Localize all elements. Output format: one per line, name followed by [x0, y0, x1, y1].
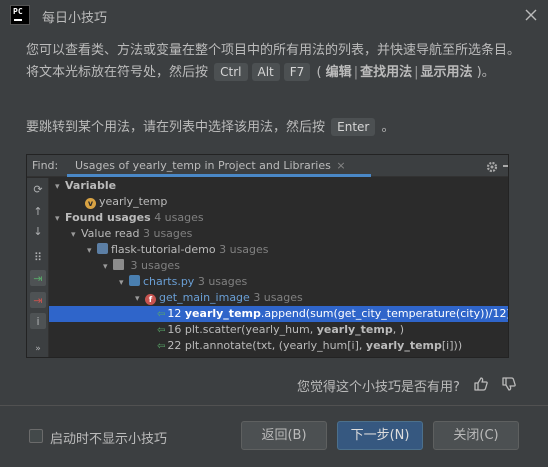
function-count: 3 usages [253, 291, 303, 304]
tip-screenshot: Find: Usages of yearly_temp in Project a… [26, 154, 509, 358]
key-alt: Alt [251, 63, 280, 81]
function-icon: f [145, 294, 156, 305]
read-access-icon: ⇦ [157, 309, 166, 320]
tree-row-file: ▾ charts.py 3 usages [119, 275, 248, 288]
usage-symbol: yearly_temp [365, 339, 442, 352]
key-ctrl: Ctrl [214, 63, 248, 81]
project-name: flask-tutorial-demo [111, 243, 216, 256]
helpful-question: 您觉得这个小技巧是否有用? [297, 380, 460, 395]
more-icon: » [35, 344, 41, 354]
group-icon: ⠿ [33, 250, 43, 264]
arrow-up-icon: ↑ [33, 204, 43, 218]
python-file-icon [129, 275, 140, 286]
key-enter: Enter [331, 118, 376, 136]
tree-row-function: ▾ f get_main_image 3 usages [135, 291, 303, 305]
close-button[interactable]: 关闭(C) [433, 421, 519, 450]
found-count: 4 usages [154, 211, 204, 224]
usages-tab-label: Usages of yearly_temp in Project and Lib… [75, 159, 331, 172]
find-label: Find: [32, 159, 59, 172]
tree-row-usage-2: ⇦ 16 plt.scatter(yearly_hum, yearly_temp,… [49, 322, 508, 338]
variable-icon: v [85, 198, 96, 209]
tree-row-found-usages: ▾ Found usages 4 usages [55, 211, 204, 224]
usage-symbol: yearly_temp [316, 323, 393, 336]
tree-row-value-read: ▾ Value read 3 usages [71, 227, 193, 240]
function-name: get_main_image [159, 291, 250, 304]
file-count: 3 usages [197, 275, 248, 288]
next-button[interactable]: 下一步(N) [337, 421, 423, 450]
find-bar: Find: Usages of yearly_temp in Project a… [27, 155, 508, 177]
info-icon: i [30, 313, 46, 329]
usage-code: plt.annotate(txt, (yearly_hum[i], [184, 339, 366, 352]
tree-row-variable-header: ▾ Variable [55, 179, 117, 192]
tip-paragraph-1: 您可以查看类、方法或变量在整个项目中的所有用法的列表，并快速导航至所选条目。将文… [26, 43, 521, 81]
tab-close-icon: × [336, 159, 346, 172]
menu-path-show-usages: 显示用法 [420, 65, 473, 80]
read-access-icon: ⇦ [157, 325, 166, 336]
folder-count: 3 usages [130, 259, 180, 272]
variable-name: yearly_temp [99, 195, 168, 208]
menu-path-find-usages: 查找用法 [360, 65, 413, 80]
value-read-count: 3 usages [142, 227, 193, 240]
read-access-icon: ⇦ [157, 341, 166, 352]
show-write-icon: ⇥ [30, 292, 46, 308]
find-toolstrip: ⟳ ↑ ↓ ⠿ ⇥ ⇥ i » [27, 178, 49, 357]
minimize-icon [503, 165, 508, 167]
found-usages: Found usages [65, 211, 151, 224]
tree-row-folder: ▾ 3 usages [103, 259, 180, 272]
project-count: 3 usages [219, 243, 269, 256]
key-f7: F7 [283, 63, 311, 81]
usage-code: , ) [392, 323, 405, 336]
project-icon [97, 243, 108, 254]
rerun-icon: ⟳ [33, 182, 43, 196]
usage-code: [i])) [441, 339, 463, 352]
folder-icon [113, 259, 124, 270]
line-number: 16 [167, 323, 182, 336]
paren-open: ( [316, 65, 322, 80]
pycharm-logo-icon: PC [10, 5, 30, 25]
line-number: 22 [167, 339, 182, 352]
tip-text-2: 要跳转到某个用法，请在列表中选择该用法，然后按 [26, 120, 326, 135]
window-title: 每日小技巧 [42, 11, 108, 26]
back-button[interactable]: 返回(B) [241, 421, 327, 450]
usages-tab: Usages of yearly_temp in Project and Lib… [67, 155, 371, 177]
tree-row-usage-1: ⇦ 12 yearly_temp.append(sum(get_city_temp… [49, 306, 509, 322]
thumb-up-icon[interactable] [473, 376, 489, 392]
file-name: charts.py [143, 275, 195, 288]
usage-code: plt.scatter(yearly_hum, [184, 323, 317, 336]
title-bar: PC 每日小技巧 [0, 0, 548, 30]
line-number: 12 [167, 307, 182, 320]
usages-tree: ▾ Variable v yearly_temp ▾ Found usages 4 u… [49, 178, 509, 357]
dont-show-checkbox[interactable] [29, 429, 43, 443]
thumb-down-icon[interactable] [501, 376, 517, 392]
menu-path-edit: 编辑 [325, 65, 352, 80]
usage-code: .append(sum(get_city_temperature(city))/… [260, 307, 509, 320]
gear-icon [485, 159, 499, 173]
dont-show-label[interactable]: 启动时不显示小技巧 [50, 428, 167, 447]
logo-text: PC [13, 7, 23, 16]
paren-close: )。 [476, 65, 495, 80]
tip-paragraph-2: 要跳转到某个用法，请在列表中选择该用法，然后按 Enter 。 [26, 117, 526, 139]
variable-header: Variable [65, 179, 117, 192]
arrow-down-icon: ↓ [33, 224, 43, 238]
show-read-icon: ⇥ [30, 270, 46, 286]
tree-row-usage-3: ⇦ 22 plt.annotate(txt, (yearly_hum[i], ye… [49, 338, 508, 354]
value-read: Value read [81, 227, 140, 240]
close-icon[interactable] [520, 4, 542, 26]
usage-symbol: yearly_temp [184, 307, 261, 320]
tree-row-project: ▾ flask-tutorial-demo 3 usages [87, 243, 269, 256]
tip-end: 。 [381, 120, 395, 135]
tree-row-variable: v yearly_temp [49, 194, 508, 210]
